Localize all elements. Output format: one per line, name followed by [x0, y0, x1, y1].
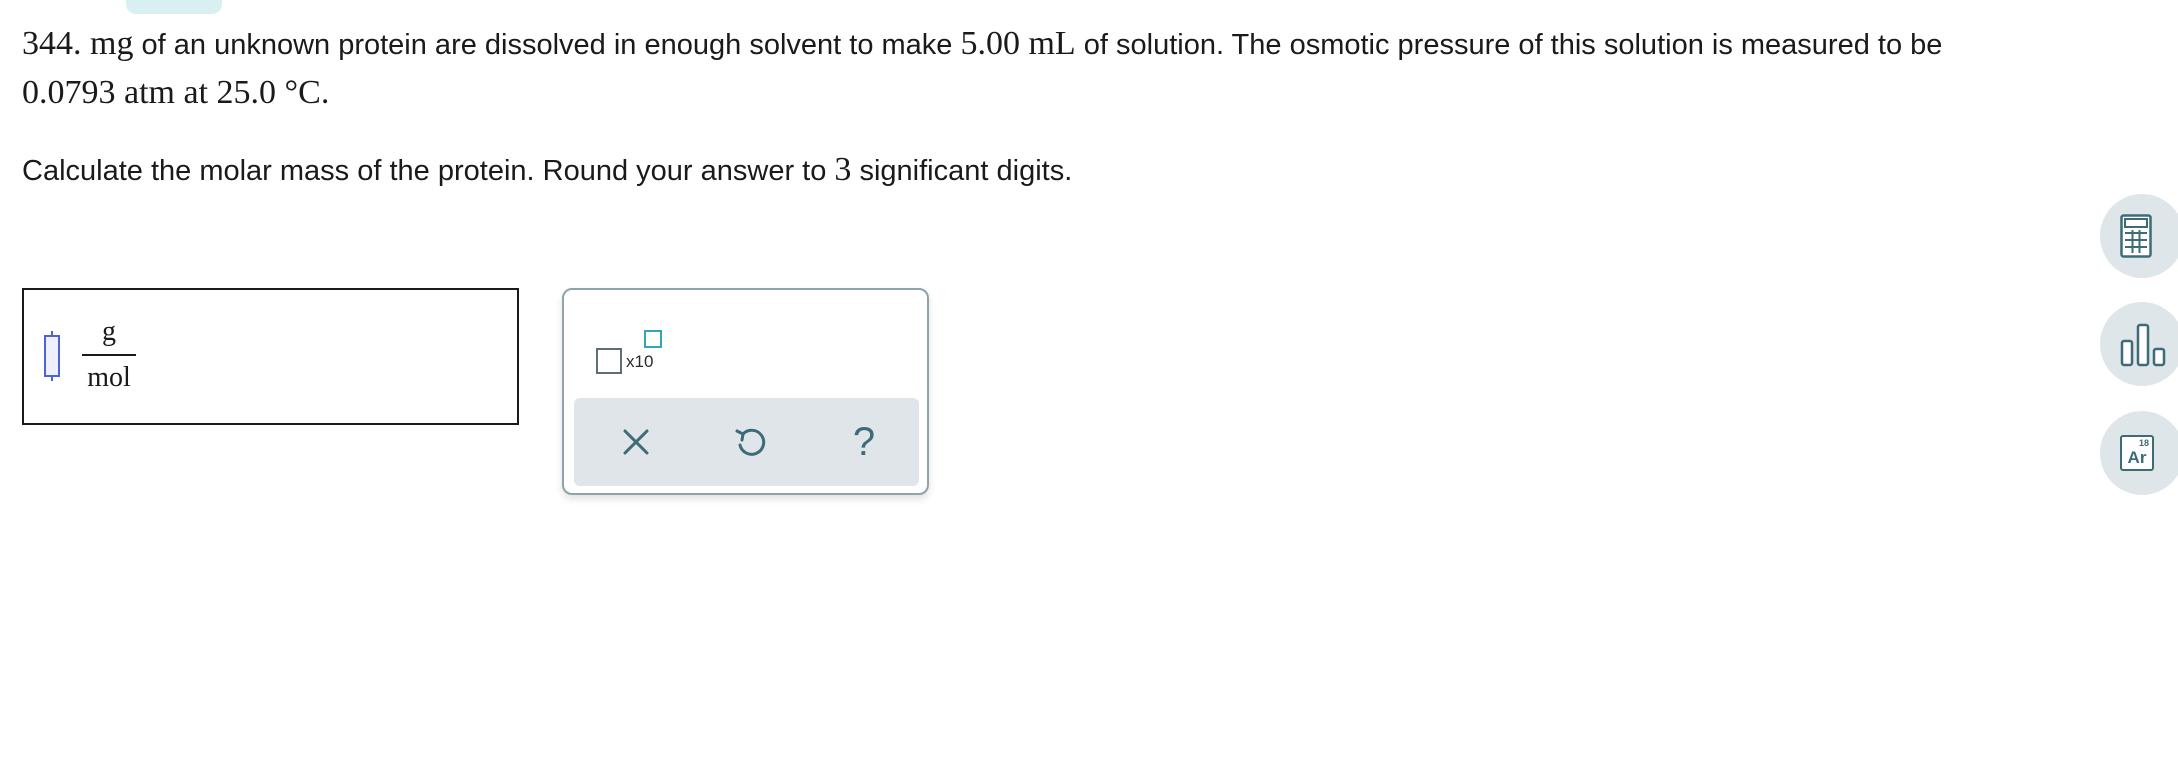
help-button[interactable]: ?	[842, 420, 886, 464]
pressure-value: 0.0793 atm	[22, 74, 175, 111]
periodic-symbol: Ar	[2127, 448, 2147, 467]
data-chart-button[interactable]	[2100, 302, 2178, 386]
question-mark-icon: ?	[852, 420, 876, 464]
sci-exponent-box	[644, 330, 662, 348]
problem-text-1: of an unknown protein are dissolved in e…	[133, 29, 961, 61]
problem-statement: 344. mg of an unknown protein are dissol…	[22, 20, 2142, 118]
sci-x10-label: x10	[626, 352, 654, 371]
question-text-1: Calculate the molar mass of the protein.…	[22, 155, 835, 187]
undo-icon	[735, 428, 766, 456]
question-text-2: significant digits.	[851, 155, 1073, 187]
mass-value: 344. mg	[22, 25, 134, 62]
unit-numerator: g	[102, 316, 116, 347]
problem-text-4: .	[320, 74, 330, 111]
undo-button[interactable]	[728, 420, 772, 464]
action-bar: ?	[574, 398, 919, 486]
periodic-table-button[interactable]: 18 Ar	[2100, 411, 2178, 495]
bar-chart-icon	[2120, 323, 2166, 367]
fraction-bar	[82, 354, 136, 356]
problem-text-3: at	[174, 74, 217, 111]
temperature-value: 25.0 °C	[216, 74, 321, 111]
calculator-icon	[2120, 214, 2152, 258]
top-tab-indicator	[126, 0, 222, 14]
calculator-button[interactable]	[2100, 194, 2178, 278]
clear-button[interactable]	[614, 420, 658, 464]
math-toolbox: x10 ?	[562, 288, 929, 495]
answer-value-field[interactable]	[44, 331, 60, 381]
sci-mantissa-box	[596, 348, 622, 374]
close-icon	[623, 429, 649, 455]
periodic-table-icon: 18 Ar	[2120, 435, 2154, 471]
problem-text-2: of solution. The osmotic pressure of thi…	[1075, 29, 1943, 61]
sig-figs-value: 3	[834, 151, 852, 188]
volume-value: 5.00 mL	[960, 25, 1076, 62]
scientific-notation-button[interactable]: x10	[594, 330, 664, 380]
question-prompt: Calculate the molar mass of the protein.…	[22, 146, 1072, 195]
unit-fraction: g mol	[82, 314, 136, 396]
unit-denominator: mol	[87, 362, 131, 393]
periodic-number: 18	[2138, 438, 2149, 448]
answer-input-box[interactable]: g mol	[22, 288, 519, 425]
